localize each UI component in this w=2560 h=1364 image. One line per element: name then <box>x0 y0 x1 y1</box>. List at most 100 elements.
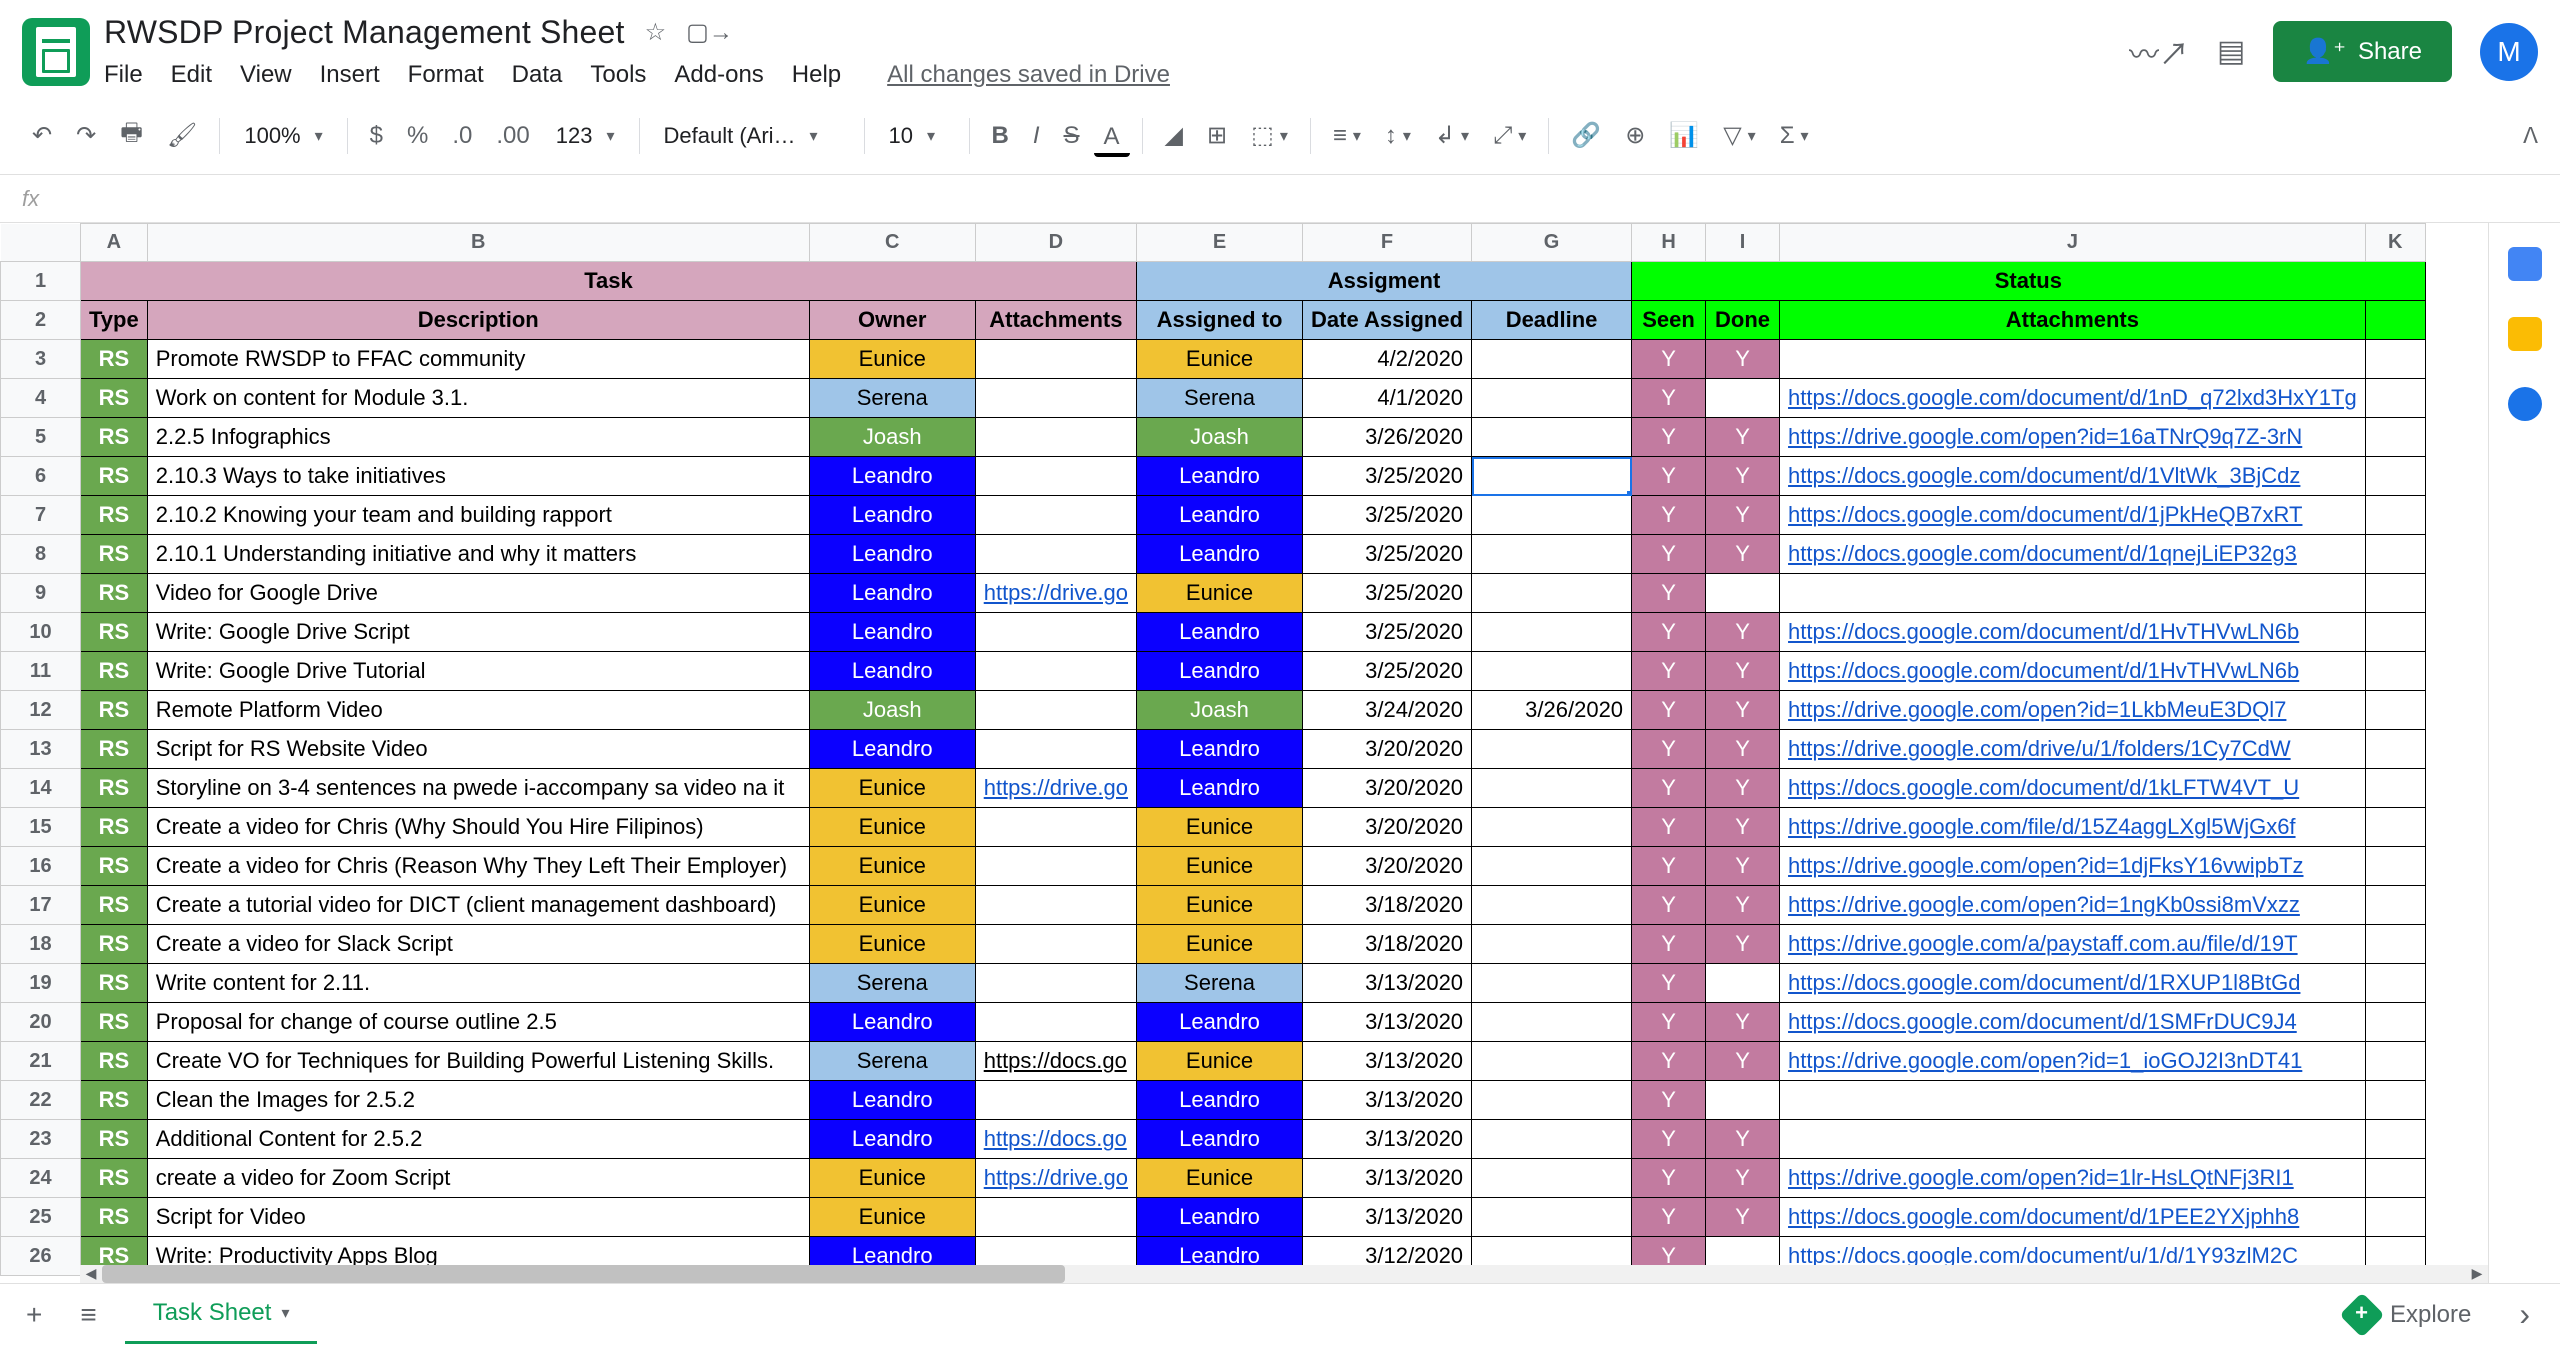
cell-link[interactable]: https://docs.google.com/document/d/1HvTH… <box>1780 613 2366 652</box>
cell-owner[interactable]: Leandro <box>809 613 975 652</box>
cell-done[interactable]: Y <box>1706 652 1780 691</box>
select-all[interactable] <box>1 224 81 262</box>
cell-done[interactable]: Y <box>1706 1003 1780 1042</box>
cell-k[interactable] <box>2365 613 2425 652</box>
cell-seen[interactable]: Y <box>1632 691 1706 730</box>
cell-deadline[interactable] <box>1472 730 1632 769</box>
cell-desc[interactable]: Create a video for Slack Script <box>147 925 809 964</box>
row-5[interactable]: 5 <box>1 418 81 457</box>
strikethrough-button[interactable]: S <box>1054 114 1090 158</box>
text-color-button[interactable]: A <box>1094 115 1130 157</box>
cell-type[interactable]: RS <box>81 1120 148 1159</box>
cell-desc[interactable]: Write: Google Drive Script <box>147 613 809 652</box>
increase-decimal-button[interactable]: .00 <box>486 114 539 158</box>
cell-att[interactable] <box>975 379 1136 418</box>
cell-k[interactable] <box>2365 418 2425 457</box>
col-I[interactable]: I <box>1706 224 1780 262</box>
cell-date-assigned[interactable]: 3/25/2020 <box>1303 457 1472 496</box>
cell-done[interactable]: Y <box>1706 418 1780 457</box>
col-D[interactable]: D <box>975 224 1136 262</box>
cell-date-assigned[interactable]: 3/20/2020 <box>1303 847 1472 886</box>
cell-date-assigned[interactable]: 3/13/2020 <box>1303 1081 1472 1120</box>
currency-button[interactable]: $ <box>360 114 393 158</box>
cell-done[interactable] <box>1706 1081 1780 1120</box>
cell-deadline[interactable] <box>1472 1198 1632 1237</box>
redo-button[interactable]: ↷ <box>66 113 106 158</box>
cell-desc[interactable]: Write content for 2.11. <box>147 964 809 1003</box>
header-assignment[interactable]: Assigment <box>1137 262 1632 301</box>
chart-button[interactable]: 📊 <box>1659 113 1709 158</box>
col-B[interactable]: B <box>147 224 809 262</box>
sub-assigned[interactable]: Assigned to <box>1137 301 1303 340</box>
tasks-icon[interactable] <box>2508 387 2542 421</box>
cell-att[interactable] <box>975 1003 1136 1042</box>
cell-k[interactable] <box>2365 847 2425 886</box>
row-2[interactable]: 2 <box>1 301 81 340</box>
cell-date-assigned[interactable]: 3/25/2020 <box>1303 535 1472 574</box>
sub-type[interactable]: Type <box>81 301 148 340</box>
cell-owner[interactable]: Eunice <box>809 925 975 964</box>
cell-desc[interactable]: Script for RS Website Video <box>147 730 809 769</box>
cell-att[interactable]: https://docs.go <box>975 1120 1136 1159</box>
cell-seen[interactable]: Y <box>1632 1198 1706 1237</box>
zoom-select[interactable]: 100% <box>232 117 334 155</box>
cell-assigned[interactable]: Serena <box>1137 379 1303 418</box>
cell-assigned[interactable]: Leandro <box>1137 652 1303 691</box>
cell-att[interactable] <box>975 808 1136 847</box>
cell-assigned[interactable]: Eunice <box>1137 1042 1303 1081</box>
sheet-tab-active[interactable]: Task Sheet▾ <box>125 1285 318 1344</box>
bold-button[interactable]: B <box>982 114 1019 158</box>
cell-done[interactable]: Y <box>1706 340 1780 379</box>
cell-deadline[interactable] <box>1472 1159 1632 1198</box>
cell-deadline[interactable] <box>1472 886 1632 925</box>
cell-assigned[interactable]: Eunice <box>1137 340 1303 379</box>
cell-owner[interactable]: Joash <box>809 691 975 730</box>
cell-link[interactable]: https://drive.google.com/open?id=1lr-HsL… <box>1780 1159 2366 1198</box>
cell-k[interactable] <box>2365 535 2425 574</box>
cell-owner[interactable]: Serena <box>809 1042 975 1081</box>
cell-assigned[interactable]: Leandro <box>1137 730 1303 769</box>
cell-assigned[interactable]: Leandro <box>1137 1198 1303 1237</box>
comment-button[interactable]: ⊕ <box>1615 113 1655 158</box>
cell-date-assigned[interactable]: 3/13/2020 <box>1303 1042 1472 1081</box>
cell-type[interactable]: RS <box>81 340 148 379</box>
menu-format[interactable]: Format <box>408 61 484 89</box>
cell-k[interactable] <box>2365 496 2425 535</box>
cell-date-assigned[interactable]: 3/13/2020 <box>1303 964 1472 1003</box>
col-C[interactable]: C <box>809 224 975 262</box>
activity-icon[interactable]: 〰↗ <box>2129 30 2189 74</box>
cell-deadline[interactable] <box>1472 457 1632 496</box>
cell-link[interactable]: https://docs.google.com/document/d/1HvTH… <box>1780 652 2366 691</box>
cell-owner[interactable]: Serena <box>809 964 975 1003</box>
cell-seen[interactable]: Y <box>1632 574 1706 613</box>
comments-icon[interactable]: ▤ <box>2217 34 2245 69</box>
cell-assigned[interactable]: Leandro <box>1137 1003 1303 1042</box>
cell-assigned[interactable]: Eunice <box>1137 808 1303 847</box>
print-button[interactable]: 🖶 <box>110 107 153 164</box>
percent-button[interactable]: % <box>397 114 438 158</box>
sub-seen[interactable]: Seen <box>1632 301 1706 340</box>
cell-k[interactable] <box>2365 1198 2425 1237</box>
cell-desc[interactable]: 2.10.1 Understanding initiative and why … <box>147 535 809 574</box>
cell-assigned[interactable]: Eunice <box>1137 574 1303 613</box>
cell-k[interactable] <box>2365 1081 2425 1120</box>
cell-type[interactable]: RS <box>81 730 148 769</box>
cell-desc[interactable]: Script for Video <box>147 1198 809 1237</box>
cell-assigned[interactable]: Eunice <box>1137 847 1303 886</box>
cell-owner[interactable]: Eunice <box>809 340 975 379</box>
cell-date-assigned[interactable]: 4/1/2020 <box>1303 379 1472 418</box>
halign-button[interactable]: ≡ <box>1323 114 1371 158</box>
cell-desc[interactable]: Create a video for Chris (Why Should You… <box>147 808 809 847</box>
cell-done[interactable]: Y <box>1706 886 1780 925</box>
explore-button[interactable]: Explore <box>2330 1293 2487 1337</box>
cell-seen[interactable]: Y <box>1632 652 1706 691</box>
cell-link[interactable]: https://drive.google.com/open?id=16aTNrQ… <box>1780 418 2366 457</box>
cell-link[interactable]: https://drive.google.com/file/d/15Z4aggL… <box>1780 808 2366 847</box>
cell-att[interactable] <box>975 886 1136 925</box>
formula-input[interactable] <box>59 181 2538 216</box>
cell-desc[interactable]: Additional Content for 2.5.2 <box>147 1120 809 1159</box>
cell-seen[interactable]: Y <box>1632 808 1706 847</box>
cell-done[interactable]: Y <box>1706 1120 1780 1159</box>
cell-desc[interactable]: 2.2.5 Infographics <box>147 418 809 457</box>
cell-k[interactable] <box>2365 457 2425 496</box>
